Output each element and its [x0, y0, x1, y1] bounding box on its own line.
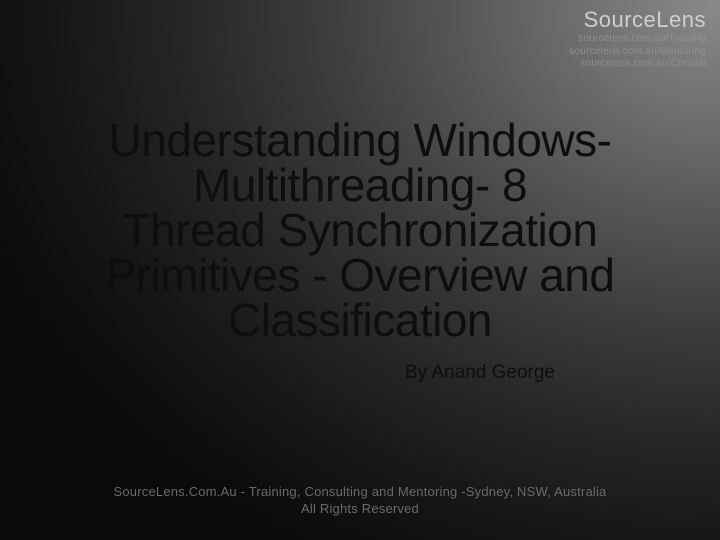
logo-urls: sourcelens.com.au/Training sourcelens.co… — [569, 33, 706, 71]
logo-url-consult: sourcelens.com.au/Consult — [569, 58, 706, 71]
footer: SourceLens.Com.Au - Training, Consulting… — [0, 483, 720, 518]
logo-url-training: sourcelens.com.au/Training — [569, 33, 706, 46]
title-line-5: Classification — [228, 294, 492, 346]
author-byline: By Anand George — [0, 362, 720, 384]
footer-line-2: All Rights Reserved — [0, 500, 720, 518]
slide-title: Understanding Windows- Multithreading- 8… — [0, 118, 720, 343]
logo-url-mentoring: sourcelens.com.au/Mentoring — [569, 46, 706, 59]
logo-block: SourceLens sourcelens.com.au/Training so… — [569, 8, 706, 71]
title-heading: Understanding Windows- Multithreading- 8… — [0, 118, 720, 343]
logo-brand: SourceLens — [569, 8, 706, 31]
logo-brand-a: Source — [584, 7, 657, 32]
footer-line-1: SourceLens.Com.Au - Training, Consulting… — [0, 483, 720, 501]
logo-brand-b: Lens — [656, 7, 706, 32]
